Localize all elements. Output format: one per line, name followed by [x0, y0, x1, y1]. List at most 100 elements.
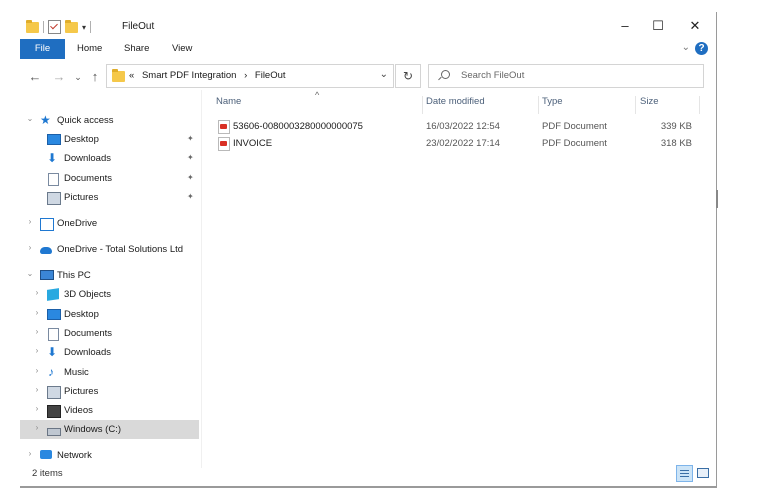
minimize-button[interactable]: –: [610, 16, 640, 36]
file-date: 23/02/2022 17:14: [426, 138, 500, 149]
expand-icon[interactable]: ›: [32, 385, 42, 394]
new-folder-icon[interactable]: [65, 19, 78, 33]
sidebar-item-label: Network: [57, 450, 92, 461]
refresh-button[interactable]: ↻: [395, 64, 421, 88]
sidebar-item-documents[interactable]: Documents ✦: [20, 169, 199, 188]
file-type: PDF Document: [542, 121, 607, 132]
sidebar-item-pictures-pc[interactable]: › Pictures: [20, 382, 199, 401]
recent-locations-button[interactable]: ⌄: [69, 68, 87, 86]
pictures-icon: [47, 192, 61, 205]
sidebar-item-windows-c[interactable]: › Windows (C:): [20, 420, 199, 439]
sidebar-item-this-pc[interactable]: ⌄ This PC: [20, 266, 199, 285]
expand-icon[interactable]: ›: [25, 243, 35, 252]
pin-icon: ✦: [187, 192, 194, 201]
breadcrumb: « Smart PDF Integration › FileOut: [129, 70, 286, 81]
sidebar-item-network[interactable]: › Network: [20, 446, 199, 465]
large-icons-view-button[interactable]: [695, 465, 710, 480]
sidebar-item-quick-access[interactable]: ⌄ ★ Quick access: [20, 111, 199, 130]
column-header-type[interactable]: Type: [542, 96, 563, 114]
sidebar-item-onedrive-total-solutions[interactable]: › OneDrive - Total Solutions Ltd: [20, 240, 199, 259]
column-divider[interactable]: [538, 96, 539, 114]
customize-toolbar-icon[interactable]: ▾: [82, 23, 86, 32]
thumbnail-icon: [697, 468, 709, 478]
expand-icon[interactable]: ›: [32, 327, 42, 336]
maximize-button[interactable]: ☐: [643, 16, 673, 36]
breadcrumb-overflow[interactable]: «: [129, 70, 134, 81]
collapse-icon[interactable]: ⌄: [25, 114, 35, 123]
details-view-button[interactable]: [676, 465, 693, 482]
sidebar-item-3d-objects[interactable]: › 3D Objects: [20, 285, 199, 304]
chevron-down-icon[interactable]: ⌄: [682, 42, 690, 53]
breadcrumb-segment[interactable]: Smart PDF Integration: [142, 70, 237, 81]
tab-share[interactable]: Share: [124, 39, 149, 59]
search-input[interactable]: Search FileOut: [461, 70, 524, 81]
column-header-name[interactable]: Name: [216, 96, 241, 114]
document-icon: [48, 328, 59, 341]
sidebar-item-downloads-pc[interactable]: › ⬇ Downloads: [20, 343, 199, 362]
sidebar-item-label: This PC: [57, 270, 91, 281]
expand-icon[interactable]: ›: [32, 308, 42, 317]
column-divider[interactable]: [635, 96, 636, 114]
expand-icon[interactable]: ›: [32, 288, 42, 297]
sidebar-item-label: Downloads: [64, 347, 111, 358]
expand-icon[interactable]: ›: [32, 423, 42, 432]
sidebar-item-desktop-pc[interactable]: › Desktop: [20, 305, 199, 324]
tab-view[interactable]: View: [172, 39, 192, 59]
sidebar-item-videos[interactable]: › Videos: [20, 401, 199, 420]
expand-icon[interactable]: ›: [32, 346, 42, 355]
tab-home[interactable]: Home: [77, 39, 102, 59]
network-icon: [40, 450, 52, 459]
properties-icon[interactable]: [48, 20, 61, 34]
star-icon: ★: [40, 113, 51, 127]
cube-icon: [47, 288, 59, 301]
sidebar-item-documents-pc[interactable]: › Documents: [20, 324, 199, 343]
address-dropdown-icon[interactable]: ⌄: [380, 69, 388, 80]
sidebar-item-pictures[interactable]: Pictures ✦: [20, 188, 199, 207]
pane-divider[interactable]: [201, 90, 202, 468]
file-row[interactable]: 53606-0080003280000000075 16/03/2022 12:…: [216, 119, 703, 135]
sidebar-item-label: Music: [64, 367, 89, 378]
tab-file[interactable]: File: [20, 39, 65, 59]
sidebar-item-label: 3D Objects: [64, 289, 111, 300]
expand-icon[interactable]: ›: [32, 366, 42, 375]
breadcrumb-segment[interactable]: FileOut: [255, 70, 286, 81]
toolbar-separator: [43, 21, 44, 33]
ribbon: File Home Share View ⌄ ?: [20, 39, 716, 61]
music-icon: ♪: [48, 365, 54, 379]
back-button[interactable]: ←: [26, 68, 44, 86]
status-item-count: 2 items: [32, 468, 63, 479]
drive-icon: [47, 428, 61, 436]
sidebar-item-label: Pictures: [64, 192, 99, 203]
sidebar-item-label: OneDrive: [57, 218, 98, 229]
address-bar[interactable]: « Smart PDF Integration › FileOut ⌄: [106, 64, 394, 88]
file-date: 16/03/2022 12:54: [426, 121, 500, 132]
sidebar-item-label: Documents: [64, 173, 113, 184]
expand-icon[interactable]: ›: [25, 449, 35, 458]
download-icon: ⬇: [47, 345, 58, 359]
breadcrumb-separator[interactable]: ›: [244, 70, 247, 81]
sidebar-item-music[interactable]: › ♪ Music: [20, 363, 199, 382]
sidebar-item-desktop[interactable]: Desktop ✦: [20, 130, 199, 149]
sidebar-item-label: Desktop: [64, 134, 99, 145]
collapse-icon[interactable]: ⌄: [25, 269, 35, 278]
help-icon[interactable]: ?: [695, 42, 708, 55]
expand-icon[interactable]: ›: [32, 404, 42, 413]
title-bar: ▾ FileOut – ☐ ✕: [20, 12, 716, 40]
file-size: 318 KB: [660, 138, 692, 149]
expand-icon[interactable]: ›: [25, 217, 35, 226]
column-divider[interactable]: [422, 96, 423, 114]
search-box[interactable]: Search FileOut: [428, 64, 704, 88]
navigation-pane: ⌄ ★ Quick access Desktop ✦ ⬇ Downloads ✦…: [20, 102, 199, 467]
sidebar-item-onedrive[interactable]: › OneDrive: [20, 214, 199, 233]
column-divider[interactable]: [699, 96, 700, 114]
column-header-size[interactable]: Size: [640, 96, 658, 114]
close-button[interactable]: ✕: [680, 16, 710, 36]
file-row[interactable]: INVOICE 23/02/2022 17:14 PDF Document 31…: [216, 136, 703, 152]
list-line: [680, 470, 689, 471]
column-header-date-modified[interactable]: Date modified: [426, 96, 485, 114]
forward-button[interactable]: →: [50, 68, 68, 86]
sidebar-item-label: Videos: [64, 405, 93, 416]
sidebar-item-downloads[interactable]: ⬇ Downloads ✦: [20, 149, 199, 168]
up-button[interactable]: ↑: [86, 68, 104, 86]
folder-icon: [112, 69, 125, 82]
